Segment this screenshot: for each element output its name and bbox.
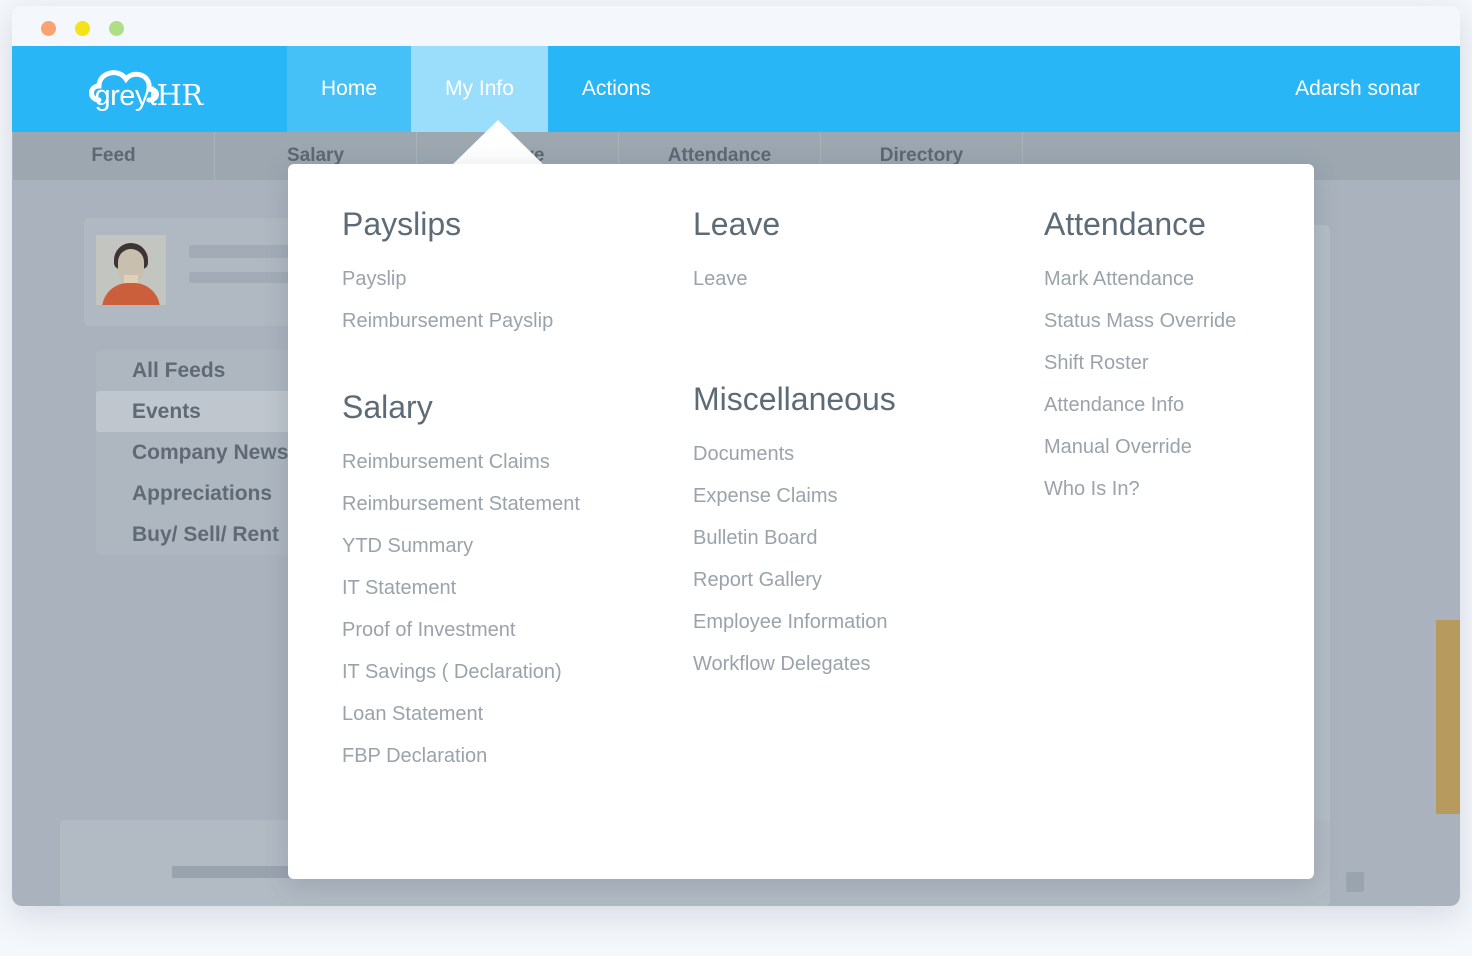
dropdown-link-shift-roster[interactable]: Shift Roster: [1044, 353, 1314, 373]
dropdown-column-leave-misc: Leave Leave Miscellaneous Documents Expe…: [693, 206, 1044, 879]
dropdown-link-proof-of-investment[interactable]: Proof of Investment: [342, 620, 693, 640]
nav-tab-home[interactable]: Home: [287, 46, 412, 132]
dropdown-link-payslip[interactable]: Payslip: [342, 269, 693, 289]
dropdown-column-attendance: Attendance Mark Attendance Status Mass O…: [1044, 206, 1314, 879]
subnav-tab-feed[interactable]: Feed: [12, 132, 215, 180]
sidebar-item-all-feeds-label: All Feeds: [132, 358, 226, 382]
avatar: [96, 235, 166, 305]
user-menu[interactable]: Adarsh sonar: [1275, 46, 1460, 132]
brand-logo[interactable]: greytHR: [12, 46, 287, 132]
side-action-tab[interactable]: [1436, 620, 1460, 814]
title-bar: [12, 6, 1460, 46]
dropdown-column-payslips-salary: Payslips Payslip Reimbursement Payslip S…: [342, 206, 693, 879]
brand-logo-text: greytHR: [94, 78, 204, 113]
dropdown-pointer-arrow: [450, 120, 546, 167]
dropdown-link-loan-statement[interactable]: Loan Statement: [342, 704, 693, 724]
dropdown-link-expense-claims[interactable]: Expense Claims: [693, 486, 1044, 506]
dropdown-link-attendance-info[interactable]: Attendance Info: [1044, 395, 1314, 415]
dropdown-link-bulletin-board[interactable]: Bulletin Board: [693, 528, 1044, 548]
dropdown-link-fbp-declaration[interactable]: FBP Declaration: [342, 746, 693, 766]
browser-window: greytHR Home My Info Actions Adarsh sona…: [12, 6, 1460, 906]
nav-tab-home-label: Home: [321, 77, 378, 100]
bottom-card-marker: [1346, 872, 1364, 892]
dropdown-link-it-statement[interactable]: IT Statement: [342, 578, 693, 598]
brand-logo-text-secondary: HR: [156, 78, 203, 112]
brand-logo-text-primary: greyt: [94, 80, 157, 112]
dropdown-link-who-is-in[interactable]: Who Is In?: [1044, 479, 1314, 499]
dropdown-link-leave[interactable]: Leave: [693, 269, 1044, 289]
dropdown-heading-miscellaneous: Miscellaneous: [693, 381, 896, 417]
sidebar-item-company-news-label: Company News: [132, 440, 289, 464]
dropdown-link-report-gallery[interactable]: Report Gallery: [693, 570, 1044, 590]
avatar-body: [102, 283, 160, 305]
nav-tab-my-info-label: My Info: [445, 77, 514, 100]
subnav-tab-feed-label: Feed: [91, 145, 136, 166]
my-info-dropdown-panel: Payslips Payslip Reimbursement Payslip S…: [288, 164, 1314, 879]
window-maximize-button[interactable]: [109, 21, 124, 36]
primary-navbar: greytHR Home My Info Actions Adarsh sona…: [12, 46, 1460, 132]
dropdown-link-reimbursement-payslip[interactable]: Reimbursement Payslip: [342, 311, 693, 331]
sidebar-item-buy-sell-rent-label: Buy/ Sell/ Rent: [132, 522, 280, 546]
dropdown-link-manual-override[interactable]: Manual Override: [1044, 437, 1314, 457]
dropdown-link-workflow-delegates[interactable]: Workflow Delegates: [693, 654, 1044, 674]
dropdown-heading-payslips: Payslips: [342, 206, 462, 242]
nav-tab-actions-label: Actions: [581, 77, 651, 100]
sidebar-item-appreciations-label: Appreciations: [132, 481, 273, 505]
navbar-spacer: [684, 46, 1276, 132]
dropdown-link-reimbursement-statement[interactable]: Reimbursement Statement: [342, 494, 693, 514]
dropdown-link-it-savings-declaration[interactable]: IT Savings ( Declaration): [342, 662, 693, 682]
window-minimize-button[interactable]: [75, 21, 90, 36]
dropdown-link-employee-information[interactable]: Employee Information: [693, 612, 1044, 632]
dropdown-heading-leave: Leave: [693, 206, 781, 242]
dropdown-heading-attendance: Attendance: [1044, 206, 1206, 242]
dropdown-link-mark-attendance[interactable]: Mark Attendance: [1044, 269, 1314, 289]
dropdown-link-documents[interactable]: Documents: [693, 444, 1044, 464]
window-close-button[interactable]: [41, 21, 56, 36]
dropdown-heading-salary: Salary: [342, 389, 433, 425]
dropdown-link-status-mass-override[interactable]: Status Mass Override: [1044, 311, 1314, 331]
dropdown-link-reimbursement-claims[interactable]: Reimbursement Claims: [342, 452, 693, 472]
nav-tab-actions[interactable]: Actions: [547, 46, 685, 132]
sidebar-item-events-label: Events: [132, 399, 201, 423]
user-menu-label: Adarsh sonar: [1295, 77, 1420, 100]
dropdown-link-ytd-summary[interactable]: YTD Summary: [342, 536, 693, 556]
